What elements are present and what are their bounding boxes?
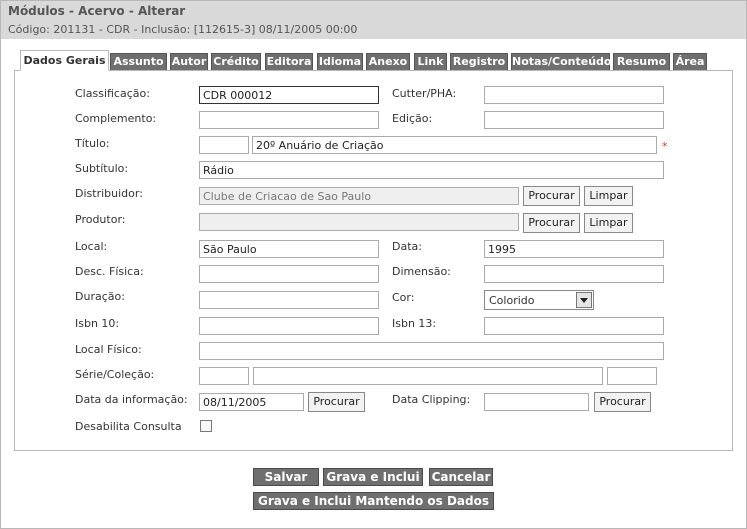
local-label: Local: [75,240,108,253]
desc-fisica-label: Desc. Física: [75,265,144,278]
cutter-input[interactable] [484,86,664,104]
tab-registro[interactable]: Registro [450,53,508,70]
local-fisico-label: Local Físico: [75,343,142,356]
complemento-input[interactable] [199,111,379,129]
isbn10-input[interactable] [199,317,379,335]
required-marker: * [662,140,668,153]
edicao-input[interactable] [484,111,664,129]
desabilita-checkbox[interactable] [200,420,212,432]
distribuidor-input: Clube de Criacao de Sao Paulo [199,187,519,205]
page-title: Módulos - Acervo - Alterar [8,4,186,18]
page-header: Módulos - Acervo - Alterar Código: 20113… [1,1,746,39]
tab-assunto[interactable]: Assunto [110,53,167,70]
desc-fisica-input[interactable] [199,265,379,283]
grava-inclui-mantendo-button[interactable]: Grava e Inclui Mantendo os Dados [253,492,494,510]
distribuidor-procurar-button[interactable]: Procurar [523,186,580,206]
cancelar-button[interactable]: Cancelar [429,468,493,486]
data-informacao-procurar-button[interactable]: Procurar [308,392,365,412]
tab-autor[interactable]: Autor [170,53,208,70]
data-informacao-input[interactable]: 08/11/2005 [199,393,304,411]
serie-input-3[interactable] [607,367,657,385]
complemento-label: Complemento: [75,112,157,125]
data-label: Data: [392,240,422,253]
cor-select[interactable]: Colorido [484,290,594,310]
titulo-input[interactable]: 20º Anuário de Criação [252,136,657,154]
isbn10-label: Isbn 10: [75,317,120,330]
data-clipping-input[interactable] [484,393,589,411]
tab-credito[interactable]: Crédito [211,53,261,70]
data-clipping-procurar-button[interactable]: Procurar [594,392,651,412]
classificacao-input[interactable]: CDR 000012 [199,86,379,104]
serie-input-2[interactable] [253,367,603,385]
dimensao-label: Dimensão: [392,265,451,278]
edicao-label: Edição: [392,112,433,125]
subtitulo-input[interactable]: Rádio [199,161,664,179]
serie-input-1[interactable] [199,367,249,385]
distribuidor-label: Distribuidor: [75,187,143,200]
tab-editora[interactable]: Editora [265,53,313,70]
duracao-label: Duração: [75,290,125,303]
isbn13-input[interactable] [484,317,664,335]
distribuidor-limpar-button[interactable]: Limpar [584,186,633,206]
produtor-procurar-button[interactable]: Procurar [523,213,580,233]
tab-idioma[interactable]: Idioma [317,53,363,70]
cor-label: Cor: [392,291,415,304]
tab-anexo[interactable]: Anexo [366,53,410,70]
tab-notas-conteudo[interactable]: Notas/Conteúdo [511,53,611,70]
cor-select-value: Colorido [489,294,535,307]
data-informacao-label: Data da informação: [75,393,188,406]
record-info: Código: 201131 - CDR - Inclusão: [112615… [8,23,358,36]
tab-link[interactable]: Link [414,53,447,70]
tab-resumo[interactable]: Resumo [613,53,670,70]
salvar-button[interactable]: Salvar [253,468,319,486]
titulo-label: Título: [75,137,110,150]
cutter-label: Cutter/PHA: [392,87,457,100]
produtor-label: Produtor: [75,213,126,226]
produtor-input [199,213,519,231]
chevron-down-icon[interactable] [576,292,592,308]
produtor-limpar-button[interactable]: Limpar [584,213,633,233]
data-clipping-label: Data Clipping: [392,393,471,406]
local-input[interactable]: São Paulo [199,240,379,258]
classificacao-label: Classificação: [75,87,150,100]
isbn13-label: Isbn 13: [392,317,437,330]
data-input[interactable]: 1995 [484,240,664,258]
titulo-prefix-input[interactable] [199,136,249,154]
local-fisico-input[interactable] [199,342,664,360]
tab-dados-gerais[interactable]: Dados Gerais [20,50,109,71]
dimensao-input[interactable] [484,265,664,283]
desabilita-label: Desabilita Consulta [75,420,182,433]
grava-inclui-button[interactable]: Grava e Inclui [323,468,423,486]
duracao-input[interactable] [199,291,379,309]
subtitulo-label: Subtítulo: [75,162,129,175]
serie-label: Série/Coleção: [75,368,155,381]
tab-area[interactable]: Área [673,53,707,70]
